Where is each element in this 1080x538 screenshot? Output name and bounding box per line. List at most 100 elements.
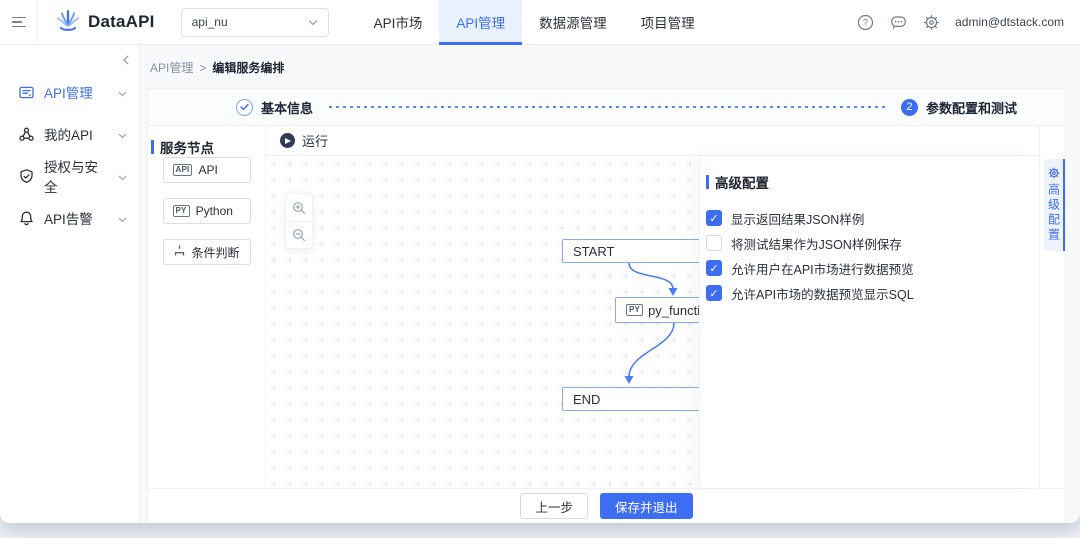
- advanced-config-tab[interactable]: 高级配置: [1044, 159, 1065, 251]
- checkbox[interactable]: [706, 285, 722, 301]
- sidebar-item-my-api[interactable]: 我的API: [0, 113, 139, 155]
- check-icon: [236, 99, 253, 116]
- bell-icon: [18, 210, 35, 227]
- step-basic-info: 基本信息: [236, 98, 313, 117]
- gear-icon: [1047, 166, 1060, 179]
- editor-footer: 上一步 保存并退出: [148, 488, 1065, 523]
- palette-item-condition[interactable]: 条件判断: [163, 239, 251, 265]
- branch-icon: [173, 244, 186, 260]
- canvas-toolbar: 运行: [266, 126, 1039, 156]
- svg-text:?: ?: [862, 17, 867, 28]
- chevron-down-icon: [118, 127, 127, 142]
- top-bar: DataAPI api_nu API市场 API管理 数据源管理 项目管理 ?: [0, 0, 1080, 45]
- step-number-badge: 2: [901, 99, 918, 116]
- message-icon[interactable]: [889, 13, 907, 31]
- nav-item-project[interactable]: 项目管理: [624, 0, 712, 45]
- sidebar-item-label: 我的API: [44, 124, 93, 144]
- palette-item-label: Python: [196, 204, 233, 218]
- my-api-icon: [18, 126, 35, 143]
- node-label: END: [573, 392, 600, 407]
- sidebar-item-label: API管理: [44, 82, 93, 102]
- advanced-title-text: 高级配置: [715, 172, 769, 192]
- py-badge-icon: PY: [626, 304, 643, 316]
- node-palette: 服务节点 API API PY Python: [148, 126, 266, 488]
- option-label: 允许用户在API市场进行数据预览: [731, 259, 914, 278]
- sidebar-item-api-alert[interactable]: API告警: [0, 197, 139, 239]
- option-label: 将测试结果作为JSON样例保存: [731, 234, 902, 253]
- breadcrumb-parent[interactable]: API管理: [150, 59, 193, 76]
- dataapi-logo-icon: [54, 6, 82, 39]
- run-play-icon[interactable]: [280, 133, 295, 148]
- palette-item-api[interactable]: API API: [163, 157, 251, 183]
- advanced-config-panel: 高级配置 显示返回结果JSON样例 将测试结果作为JSON样例保存: [699, 156, 1039, 488]
- checkbox[interactable]: [706, 210, 722, 226]
- settings-icon[interactable]: [922, 13, 940, 31]
- sidebar-item-label: 授权与安全: [44, 156, 109, 196]
- option-allow-market-preview[interactable]: 允许用户在API市场进行数据预览: [706, 260, 1025, 276]
- save-and-exit-button[interactable]: 保存并退出: [600, 493, 693, 519]
- step-params-test: 2 参数配置和测试: [901, 98, 1017, 117]
- option-label: 允许API市场的数据预览显示SQL: [731, 284, 914, 303]
- chevron-down-icon: [118, 169, 127, 184]
- node-label: START: [573, 244, 614, 259]
- breadcrumb-separator: >: [199, 61, 206, 75]
- hamburger-icon[interactable]: [0, 0, 38, 45]
- breadcrumb: API管理 > 编辑服务编排: [140, 45, 1080, 76]
- sidebar-item-auth-security[interactable]: 授权与安全: [0, 155, 139, 197]
- option-label: 显示返回结果JSON样例: [731, 209, 864, 228]
- canvas-zoom-controls: [285, 193, 313, 249]
- nav-item-datasource[interactable]: 数据源管理: [522, 0, 624, 45]
- user-email[interactable]: admin@dtstack.com: [955, 15, 1064, 29]
- editor-body: 服务节点 API API PY Python: [148, 126, 1065, 488]
- advanced-config-title: 高级配置: [706, 172, 1025, 192]
- sidebar-item-label: API告警: [44, 208, 93, 228]
- option-save-test-as-sample[interactable]: 将测试结果作为JSON样例保存: [706, 235, 1025, 251]
- nav-item-api-manage[interactable]: API管理: [439, 0, 522, 45]
- step-label: 基本信息: [261, 98, 313, 117]
- zoom-in-icon[interactable]: [286, 194, 312, 221]
- api-badge-icon: API: [173, 164, 193, 176]
- topbar-actions: ? admin@dtstack.com: [856, 13, 1080, 31]
- top-nav: API市场 API管理 数据源管理 项目管理: [357, 0, 712, 45]
- api-manage-icon: [18, 84, 35, 101]
- title-accent-bar: [151, 140, 154, 154]
- checkbox[interactable]: [706, 235, 722, 251]
- previous-step-button[interactable]: 上一步: [520, 493, 588, 519]
- breadcrumb-current: 编辑服务编排: [212, 59, 284, 76]
- py-badge-icon: PY: [173, 205, 190, 217]
- palette-title-text: 服务节点: [160, 137, 214, 157]
- logo-text: DataAPI: [88, 12, 155, 32]
- advanced-options: 显示返回结果JSON样例 将测试结果作为JSON样例保存 允许用户在API市场进…: [706, 210, 1025, 301]
- chevron-down-icon: [118, 211, 127, 226]
- option-show-json-sample[interactable]: 显示返回结果JSON样例: [706, 210, 1025, 226]
- zoom-out-icon[interactable]: [286, 221, 312, 248]
- workspace-select[interactable]: api_nu: [181, 8, 329, 37]
- nav-item-api-market[interactable]: API市场: [357, 0, 440, 45]
- advanced-tab-label: 高级配置: [1047, 183, 1061, 243]
- brand-logo: DataAPI: [54, 6, 155, 39]
- page-background: DataAPI api_nu API市场 API管理 数据源管理 项目管理 ?: [0, 0, 1080, 538]
- stepper: 基本信息 2 参数配置和测试: [148, 89, 1065, 126]
- palette-item-label: API: [198, 163, 217, 177]
- title-accent-bar: [706, 175, 709, 189]
- chevron-down-icon: [308, 15, 318, 29]
- sidebar-collapse-icon[interactable]: [119, 53, 133, 67]
- sidebar: API管理 我的API 授权与安全: [0, 45, 140, 523]
- shield-icon: [18, 168, 35, 185]
- palette-item-python[interactable]: PY Python: [163, 198, 251, 224]
- workspace-select-value: api_nu: [192, 15, 228, 29]
- palette-title: 服务节点: [148, 137, 265, 157]
- palette-item-label: 条件判断: [192, 244, 240, 261]
- help-icon[interactable]: ?: [856, 13, 874, 31]
- step-label: 参数配置和测试: [926, 98, 1017, 117]
- sidebar-item-api-manage[interactable]: API管理: [0, 71, 139, 113]
- checkbox[interactable]: [706, 260, 722, 276]
- app-window: DataAPI api_nu API市场 API管理 数据源管理 项目管理 ?: [0, 0, 1080, 523]
- run-button[interactable]: 运行: [302, 131, 328, 150]
- step-connector: [329, 106, 885, 108]
- option-preview-show-sql[interactable]: 允许API市场的数据预览显示SQL: [706, 285, 1025, 301]
- editor-card: 基本信息 2 参数配置和测试 服务节点 API: [147, 88, 1066, 523]
- panel-tab-strip: 高级配置: [1039, 126, 1065, 488]
- chevron-down-icon: [118, 85, 127, 100]
- main-content: API管理 > 编辑服务编排 基本信息 2 参数配置和测试: [140, 45, 1080, 523]
